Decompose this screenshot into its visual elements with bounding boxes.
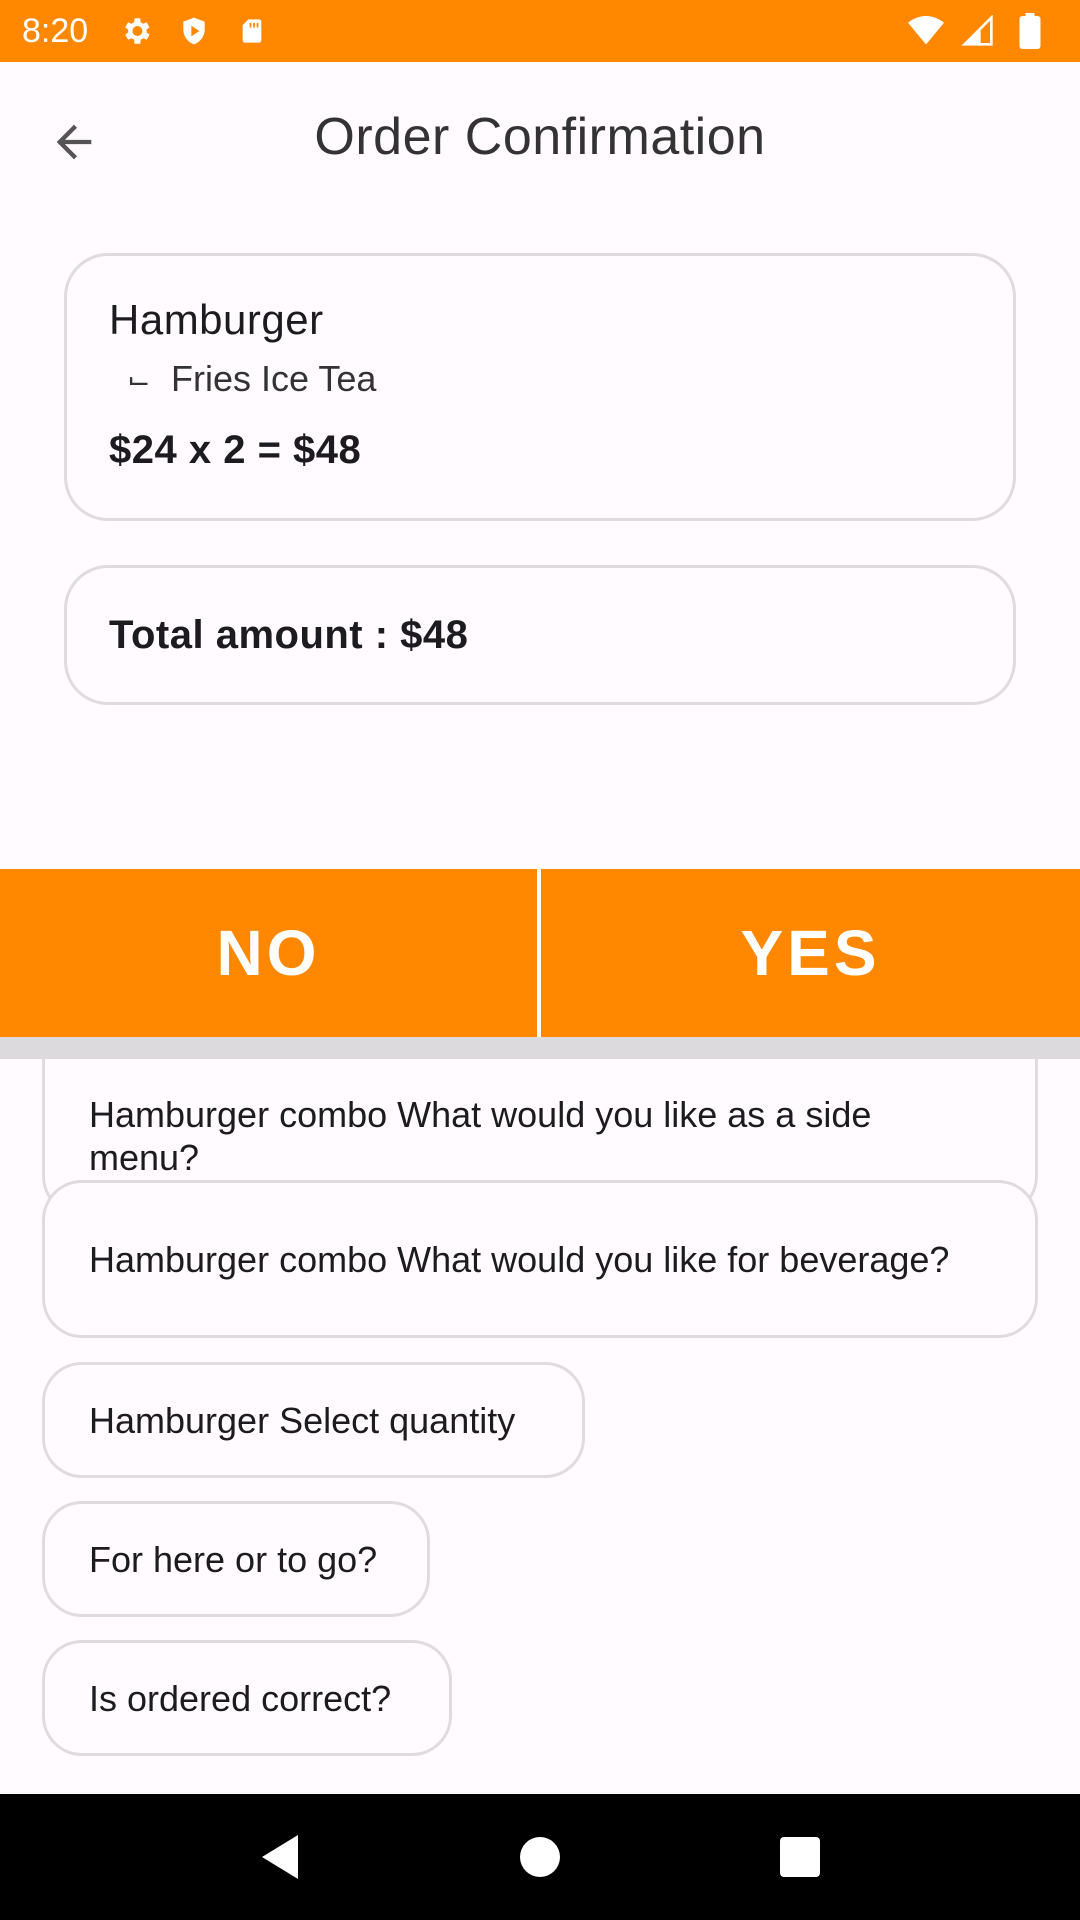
page-title: Order Confirmation — [314, 108, 766, 166]
item-options-row: ⌙ Fries Ice Tea — [109, 358, 1013, 400]
back-triangle-icon — [262, 1835, 298, 1879]
arrow-back-icon — [56, 124, 92, 160]
status-bar: 8:20 — [0, 0, 1080, 62]
total-amount: Total amount : $48 — [109, 612, 469, 657]
status-time: 8:20 — [22, 11, 89, 50]
home-circle-icon — [520, 1837, 560, 1877]
gear-icon — [118, 13, 154, 49]
recents-square-icon — [780, 1837, 820, 1877]
chat-history[interactable]: Hamburger combo What would you like as a… — [0, 1059, 1080, 1794]
sheet-edge-divider — [0, 1037, 1080, 1059]
corner-arrow-icon: ⌙ — [127, 363, 151, 395]
nav-recents-button[interactable] — [764, 1821, 836, 1893]
item-options: Fries Ice Tea — [171, 358, 377, 399]
nav-back-button[interactable] — [244, 1821, 316, 1893]
total-amount-card: Total amount : $48 — [64, 565, 1016, 705]
wifi-icon — [908, 13, 944, 49]
nav-home-button[interactable] — [504, 1821, 576, 1893]
battery-icon — [1012, 13, 1048, 49]
system-nav-bar — [0, 1794, 1080, 1920]
chat-bubble-beverage: Hamburger combo What would you like for … — [42, 1180, 1038, 1338]
top-app-bar: Order Confirmation — [0, 62, 1080, 212]
item-price-line: $24 x 2 = $48 — [109, 428, 362, 472]
chat-bubble-quantity: Hamburger Select quantity — [42, 1362, 585, 1478]
no-button[interactable]: NO — [0, 869, 537, 1037]
yes-button[interactable]: YES — [541, 869, 1080, 1037]
back-button[interactable] — [38, 106, 110, 178]
order-item-card: Hamburger ⌙ Fries Ice Tea $24 x 2 = $48 — [64, 253, 1016, 521]
chat-bubble-here-or-to-go: For here or to go? — [42, 1501, 430, 1617]
item-name: Hamburger — [109, 296, 324, 343]
chat-bubble-order-correct: Is ordered correct? — [42, 1640, 452, 1756]
cell-signal-icon — [960, 13, 996, 49]
sd-card-icon — [234, 13, 270, 49]
shield-icon — [176, 13, 212, 49]
confirm-action-row: NO YES — [0, 869, 1080, 1037]
